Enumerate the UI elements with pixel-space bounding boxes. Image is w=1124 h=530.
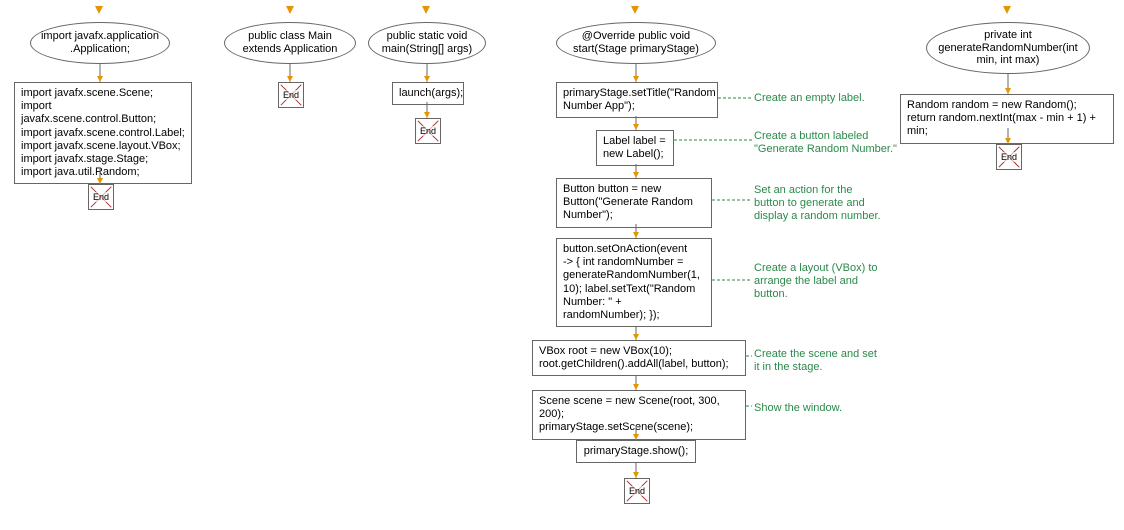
start-step7: primaryStage.show(); [576,440,696,463]
end-label: End [1000,152,1018,162]
end-node: End [278,82,304,108]
head-main: public static void main(String[] args) [368,22,486,64]
comment-show: Show the window. [754,402,842,415]
flowchart-canvas: import javafx.application .Application; … [0,0,1124,530]
comment-set-action: Set an action for the button to generate… [754,184,881,224]
imports-body: import javafx.scene.Scene; import javafx… [14,82,192,184]
start-step6: Scene scene = new Scene(root, 300, 200);… [532,390,746,440]
start-step5: VBox root = new VBox(10); root.getChildr… [532,340,746,376]
end-node: End [996,144,1022,170]
comment-empty-label: Create an empty label. [754,92,865,105]
entry-arrow [422,6,430,14]
comment-create-button: Create a button labeled "Generate Random… [754,130,897,156]
end-label: End [419,126,437,136]
entry-arrow [1003,6,1011,14]
end-label: End [92,192,110,202]
entry-arrow [631,6,639,14]
end-label: End [282,90,300,100]
comment-vbox: Create a layout (VBox) to arrange the la… [754,262,878,302]
comment-scene: Create the scene and set it in the stage… [754,348,877,374]
start-step4: button.setOnAction(event -> { int random… [556,238,712,327]
head-genrandom: private int generateRandomNumber(int min… [926,22,1090,74]
start-step3: Button button = new Button("Generate Ran… [556,178,712,228]
main-body: launch(args); [392,82,464,105]
end-node: End [415,118,441,144]
start-step2: Label label = new Label(); [596,130,674,166]
entry-arrow [95,6,103,14]
entry-arrow [286,6,294,14]
end-label: End [628,486,646,496]
end-node: End [624,478,650,504]
end-node: End [88,184,114,210]
head-imports: import javafx.application .Application; [30,22,170,64]
head-start: @Override public void start(Stage primar… [556,22,716,64]
head-class: public class Main extends Application [224,22,356,64]
genrandom-body: Random random = new Random(); return ran… [900,94,1114,144]
start-step1: primaryStage.setTitle("Random Number App… [556,82,718,118]
